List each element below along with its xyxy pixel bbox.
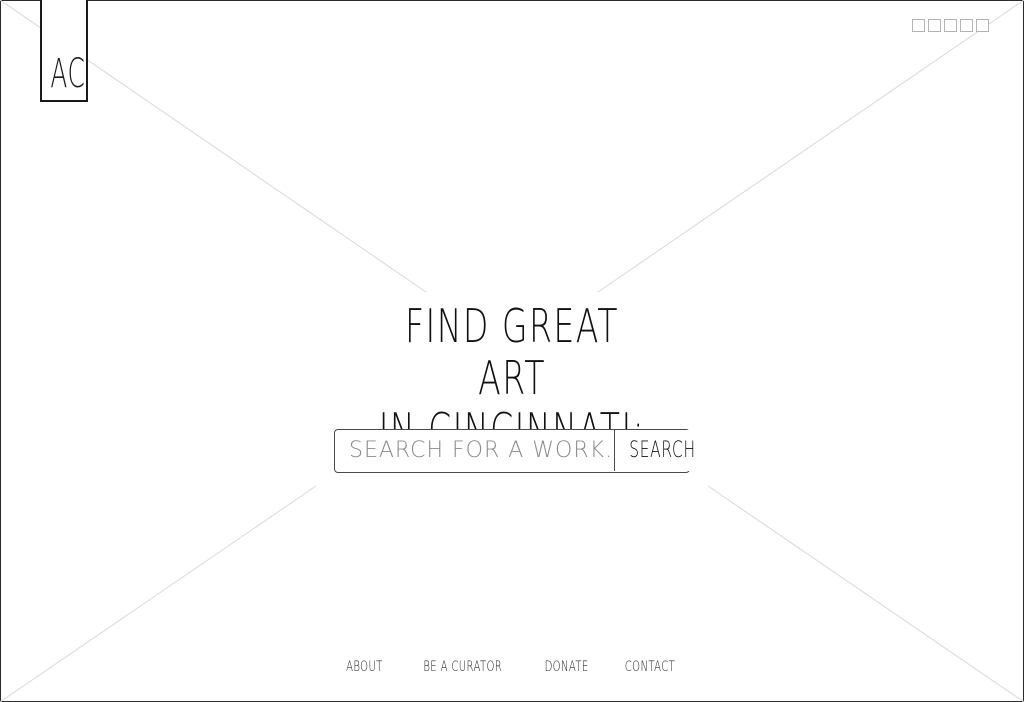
window-control-box-1[interactable] <box>912 19 925 32</box>
diagonal-line-bottom-left <box>0 485 317 702</box>
search-bar: SEARCH <box>334 429 711 473</box>
window-control-box-4[interactable] <box>960 19 973 32</box>
footer-nav: ABOUT BE A CURATOR DONATE CONTACT <box>312 659 712 675</box>
footer-link-donate[interactable]: DONATE <box>544 659 588 675</box>
logo[interactable]: AC <box>40 0 88 102</box>
footer-link-about[interactable]: ABOUT <box>346 659 383 675</box>
window-controls <box>912 19 989 32</box>
window-control-box-3[interactable] <box>944 19 957 32</box>
logo-text: AC <box>50 51 86 97</box>
diagonal-line-bottom-right <box>707 485 1024 702</box>
footer-link-contact[interactable]: CONTACT <box>625 659 675 675</box>
search-button-label: SEARCH <box>629 438 696 463</box>
search-button[interactable]: SEARCH <box>614 430 711 471</box>
diagonal-line-top-right <box>597 0 1024 293</box>
footer-link-be-a-curator[interactable]: BE A CURATOR <box>423 659 502 675</box>
search-input[interactable] <box>335 430 614 471</box>
hero-headline-line-1: FIND GREAT ART <box>405 299 619 405</box>
window-control-box-5[interactable] <box>976 19 989 32</box>
window-control-box-2[interactable] <box>928 19 941 32</box>
